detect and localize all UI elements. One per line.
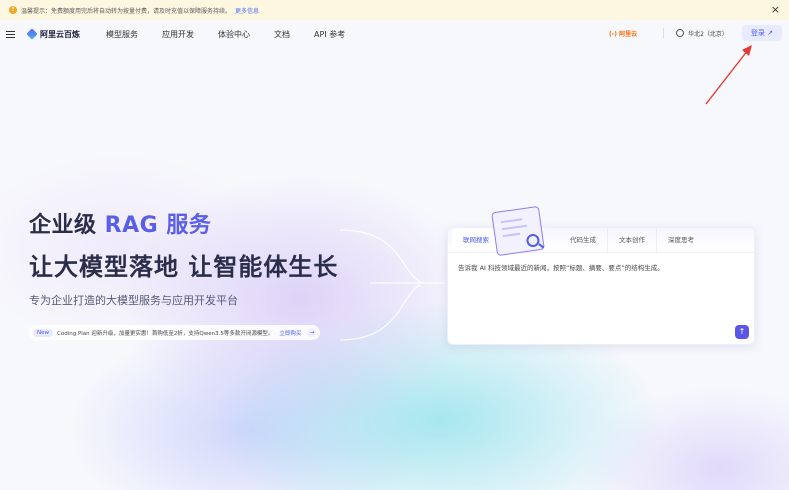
logo-text: 阿里云百炼 bbox=[40, 29, 80, 39]
close-icon[interactable]: × bbox=[771, 4, 780, 15]
nav-docs[interactable]: 文档 bbox=[274, 29, 290, 40]
warning-icon: ! bbox=[9, 6, 17, 14]
logo-icon bbox=[26, 28, 38, 40]
promo-text: Coding Plan 迎新升级，加量更实惠！首购低至2折，支持Qwen3.5等… bbox=[57, 330, 274, 337]
tab-code-generation[interactable]: 代码生成 bbox=[559, 228, 608, 252]
main-nav: 模型服务 应用开发 体验中心 文档 API 参考 bbox=[106, 29, 369, 40]
header-tools: (-) 阿里云 华北2（北京） 登录 ↗ bbox=[609, 25, 782, 41]
send-button[interactable]: ↑ bbox=[735, 325, 749, 339]
nav-model-service[interactable]: 模型服务 bbox=[106, 29, 138, 40]
hero-slogan: 让大模型落地 让智能体生长 bbox=[29, 253, 339, 281]
hero-title-prefix: 企业级 bbox=[29, 213, 105, 238]
region-selector[interactable]: 华北2（北京） bbox=[676, 29, 728, 38]
document-search-illustration bbox=[491, 205, 545, 257]
tab-deep-thinking[interactable]: 深度思考 bbox=[657, 228, 705, 252]
menu-icon[interactable] bbox=[6, 30, 15, 38]
aliyun-brand-link[interactable]: (-) 阿里云 bbox=[609, 29, 637, 38]
region-label: 华北2（北京） bbox=[688, 30, 728, 38]
hero-section: 企业级 RAG 服务 让大模型落地 让智能体生长 专为企业打造的大模型服务与应用… bbox=[29, 207, 338, 308]
globe-icon bbox=[676, 29, 685, 37]
divider bbox=[663, 28, 665, 38]
hero-subtitle: 专为企业打造的大模型服务与应用开发平台 bbox=[29, 294, 238, 307]
chat-prompt-input[interactable]: 告诉我 AI 科技领域最近的新闻，按照“标题、摘要、要点”的结构生成。 bbox=[458, 263, 744, 273]
new-badge: New bbox=[33, 328, 53, 337]
document-icon bbox=[491, 205, 545, 257]
nav-app-dev[interactable]: 应用开发 bbox=[162, 29, 194, 40]
top-header: 阿里云百炼 模型服务 应用开发 体验中心 文档 API 参考 (-) 阿里云 华… bbox=[0, 20, 789, 48]
tab-text-creation[interactable]: 文本创作 bbox=[608, 228, 657, 252]
promo-banner[interactable]: New Coding Plan 迎新升级，加量更实惠！首购低至2折，支持Qwen… bbox=[29, 325, 321, 340]
promo-buy-link[interactable]: 立即购买 bbox=[279, 329, 301, 337]
chat-card: 联网搜索 代码生成 文本创作 深度思考 告诉我 AI 科技领域最近的新闻，按照“… bbox=[447, 227, 755, 345]
notice-text: 温馨提示：免费额度用完后将自动转为按量付费，请及时充值以保障服务持续。 bbox=[21, 7, 232, 15]
logo[interactable]: 阿里云百炼 bbox=[26, 28, 80, 40]
hero-title-accent: RAG 服务 bbox=[104, 213, 212, 238]
nav-api-reference[interactable]: API 参考 bbox=[314, 29, 345, 40]
notice-more-link[interactable]: 更多信息 bbox=[235, 6, 259, 15]
nav-experience-center[interactable]: 体验中心 bbox=[218, 29, 250, 40]
arrow-right-icon[interactable]: → bbox=[307, 328, 317, 337]
login-button[interactable]: 登录 ↗ bbox=[741, 25, 782, 41]
hero-title: 企业级 RAG 服务 bbox=[29, 207, 338, 239]
notice-bar: ! 温馨提示：免费额度用完后将自动转为按量付费，请及时充值以保障服务持续。 更多… bbox=[0, 0, 789, 20]
